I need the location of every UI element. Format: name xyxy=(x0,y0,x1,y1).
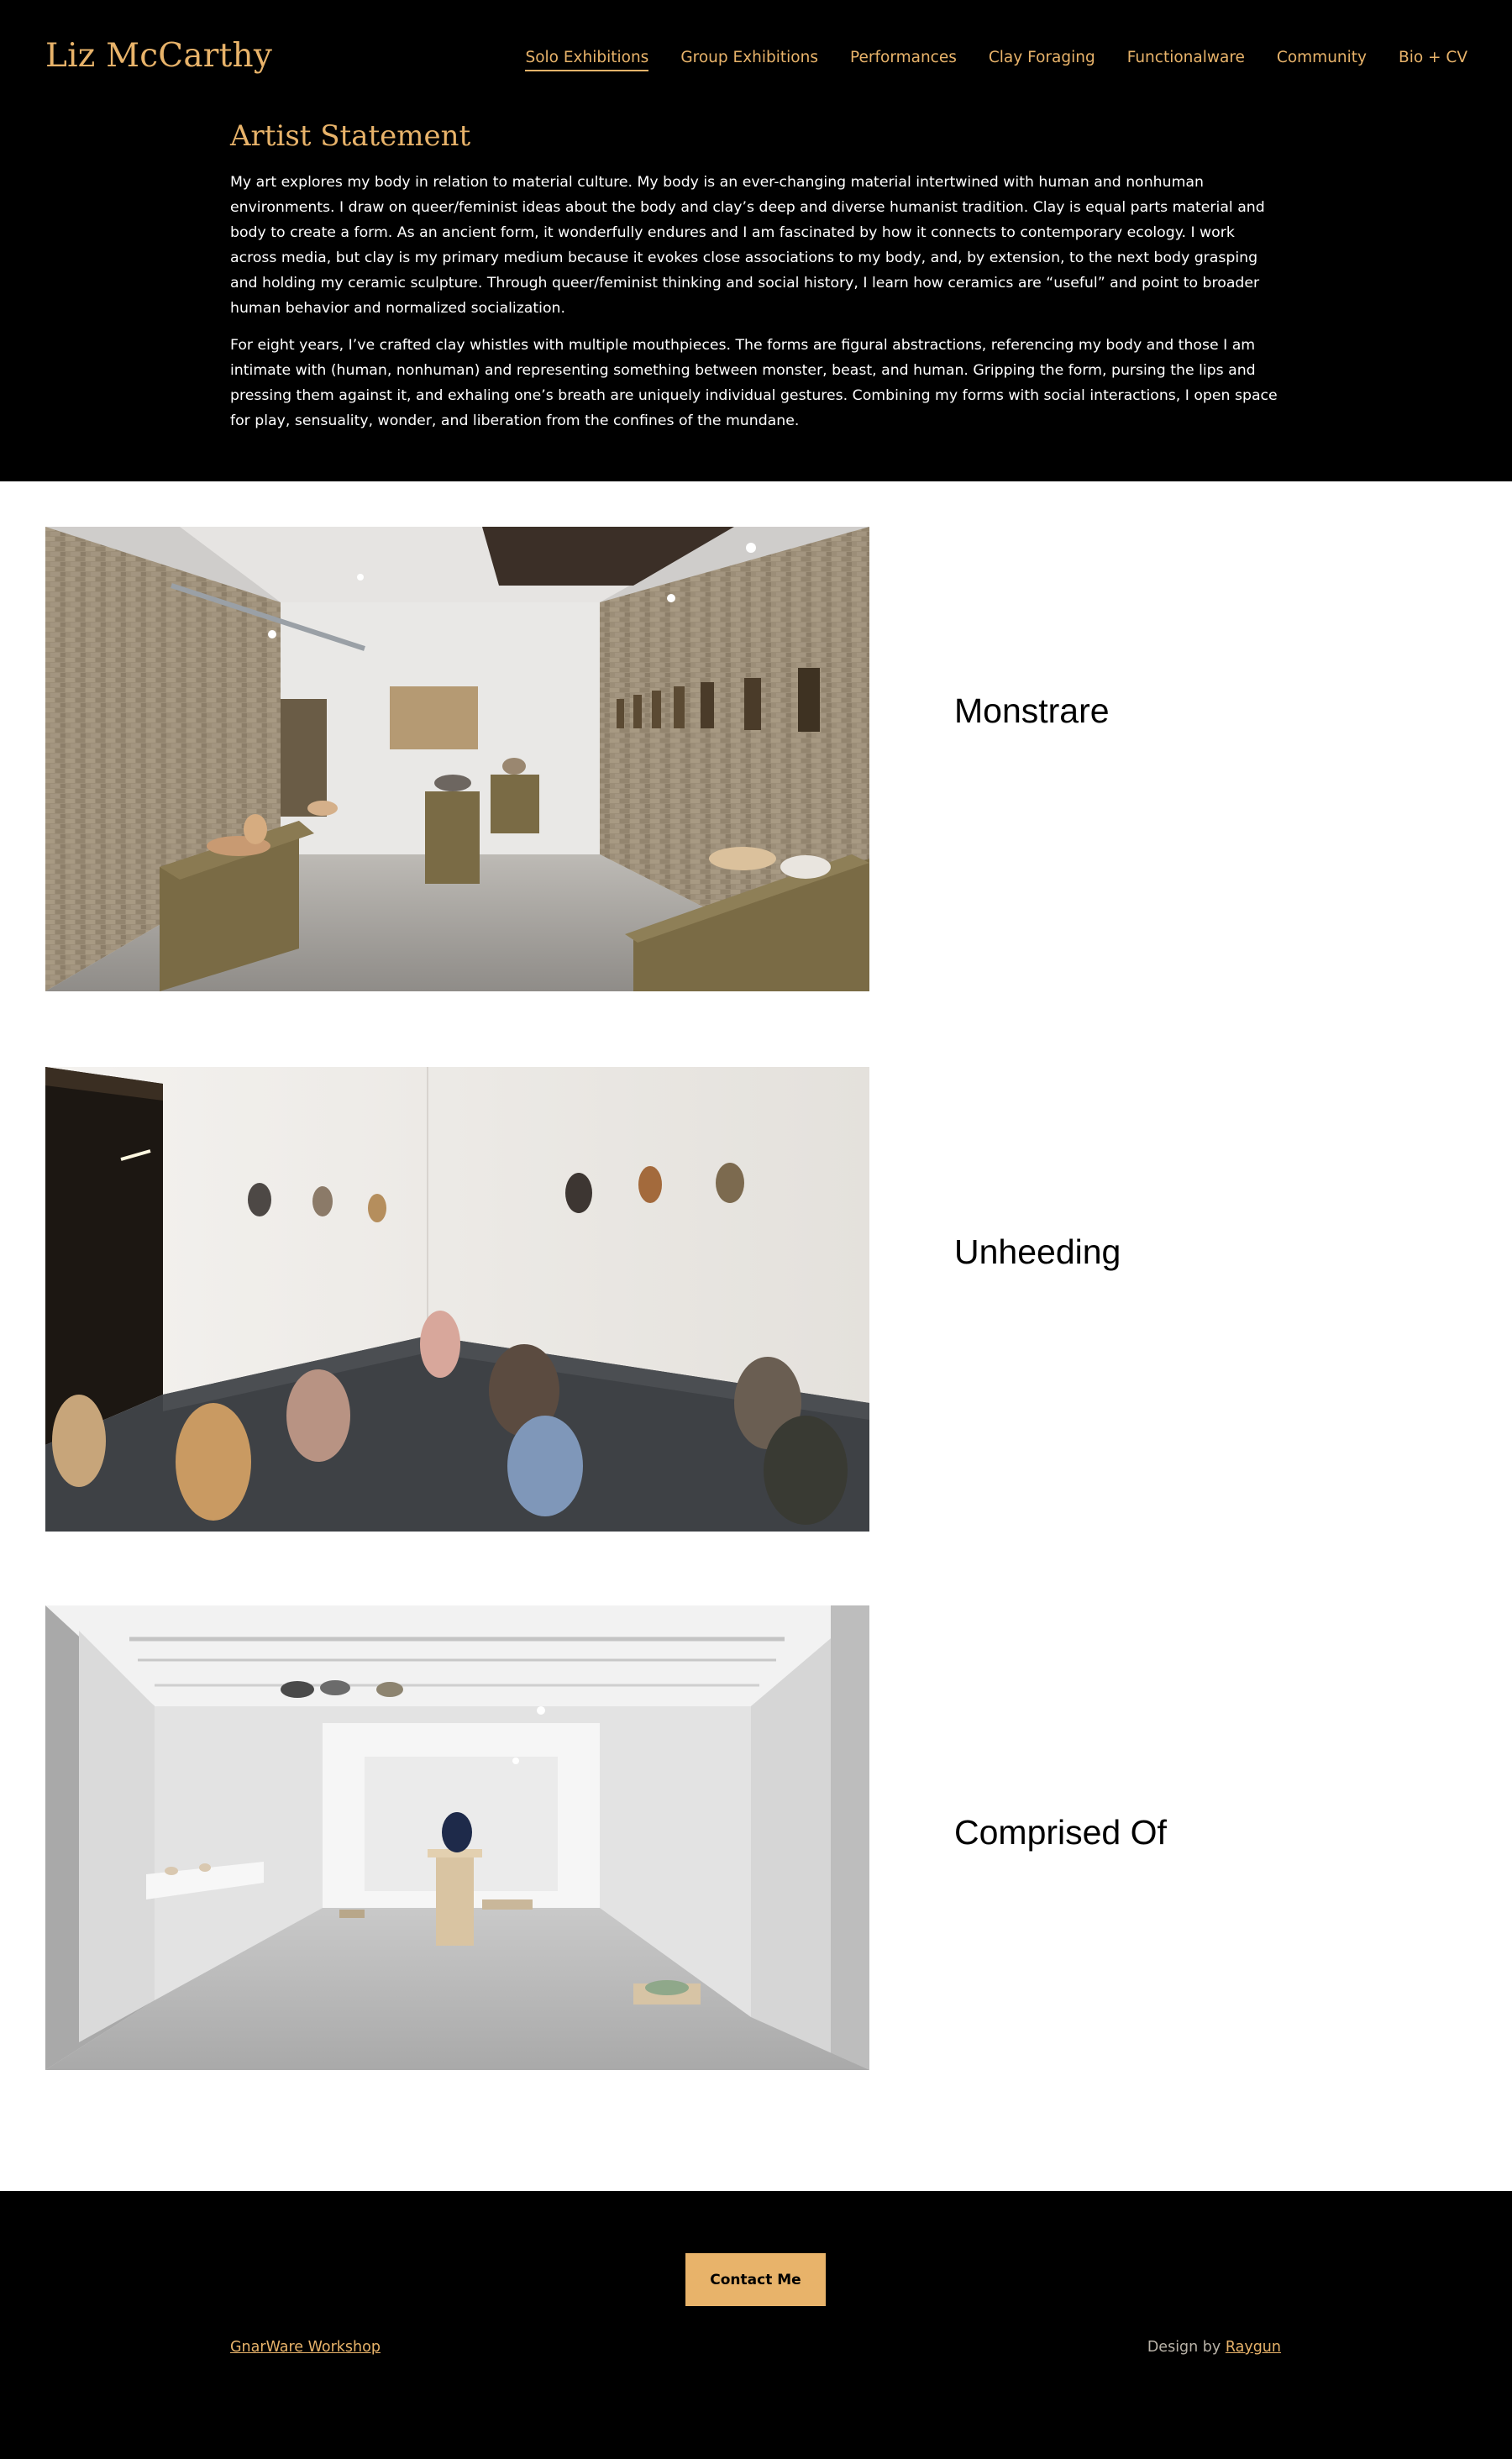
nav-community[interactable]: Community xyxy=(1277,49,1367,71)
nav-clay-foraging[interactable]: Clay Foraging xyxy=(989,49,1095,71)
exhibition-list: Monstrare Unheeding xyxy=(0,481,1512,1532)
gallery-brick-walls-photo xyxy=(45,527,869,991)
exhibition-image-unheeding[interactable] xyxy=(45,1067,869,1532)
exhibition-title-monstrare[interactable]: Monstrare xyxy=(954,691,1110,731)
site-logo[interactable]: Liz McCarthy xyxy=(45,37,272,75)
site-footer: Contact Me GnarWare Workshop Design by R… xyxy=(0,2191,1512,2459)
main-nav: Solo Exhibitions Group Exhibitions Perfo… xyxy=(493,49,1467,71)
statement-paragraph-2: For eight years, I’ve crafted clay whist… xyxy=(230,337,1278,429)
nav-functionalware[interactable]: Functionalware xyxy=(1127,49,1245,71)
gnarware-workshop-link[interactable]: GnarWare Workshop xyxy=(230,2339,381,2356)
raygun-link[interactable]: Raygun xyxy=(1226,2339,1281,2356)
white-gallery-corridor-photo xyxy=(45,1605,869,2070)
nav-performances[interactable]: Performances xyxy=(850,49,957,71)
statement-paragraph-1: My art explores my body in relation to m… xyxy=(230,174,1265,317)
design-credit: Design by Raygun xyxy=(1147,2339,1281,2356)
exhibition-image-comprised-of[interactable] xyxy=(45,1605,869,2070)
header-band: Liz McCarthy Solo Exhibitions Group Exhi… xyxy=(0,0,1512,481)
design-credit-prefix: Design by xyxy=(1147,2339,1226,2356)
exhibition-title-unheeding[interactable]: Unheeding xyxy=(954,1232,1121,1272)
contact-me-button[interactable]: Contact Me xyxy=(685,2253,826,2306)
nav-solo-exhibitions[interactable]: Solo Exhibitions xyxy=(525,49,649,71)
gallery-figures-floor-photo xyxy=(45,1067,869,1532)
exhibition-title-comprised-of[interactable]: Comprised Of xyxy=(954,1813,1167,1852)
nav-group-exhibitions[interactable]: Group Exhibitions xyxy=(680,49,818,71)
artist-statement: Artist Statement My art explores my body… xyxy=(230,119,1282,445)
statement-title: Artist Statement xyxy=(230,119,471,153)
exhibition-image-monstrare[interactable] xyxy=(45,527,869,991)
nav-bio-cv[interactable]: Bio + CV xyxy=(1399,49,1467,71)
